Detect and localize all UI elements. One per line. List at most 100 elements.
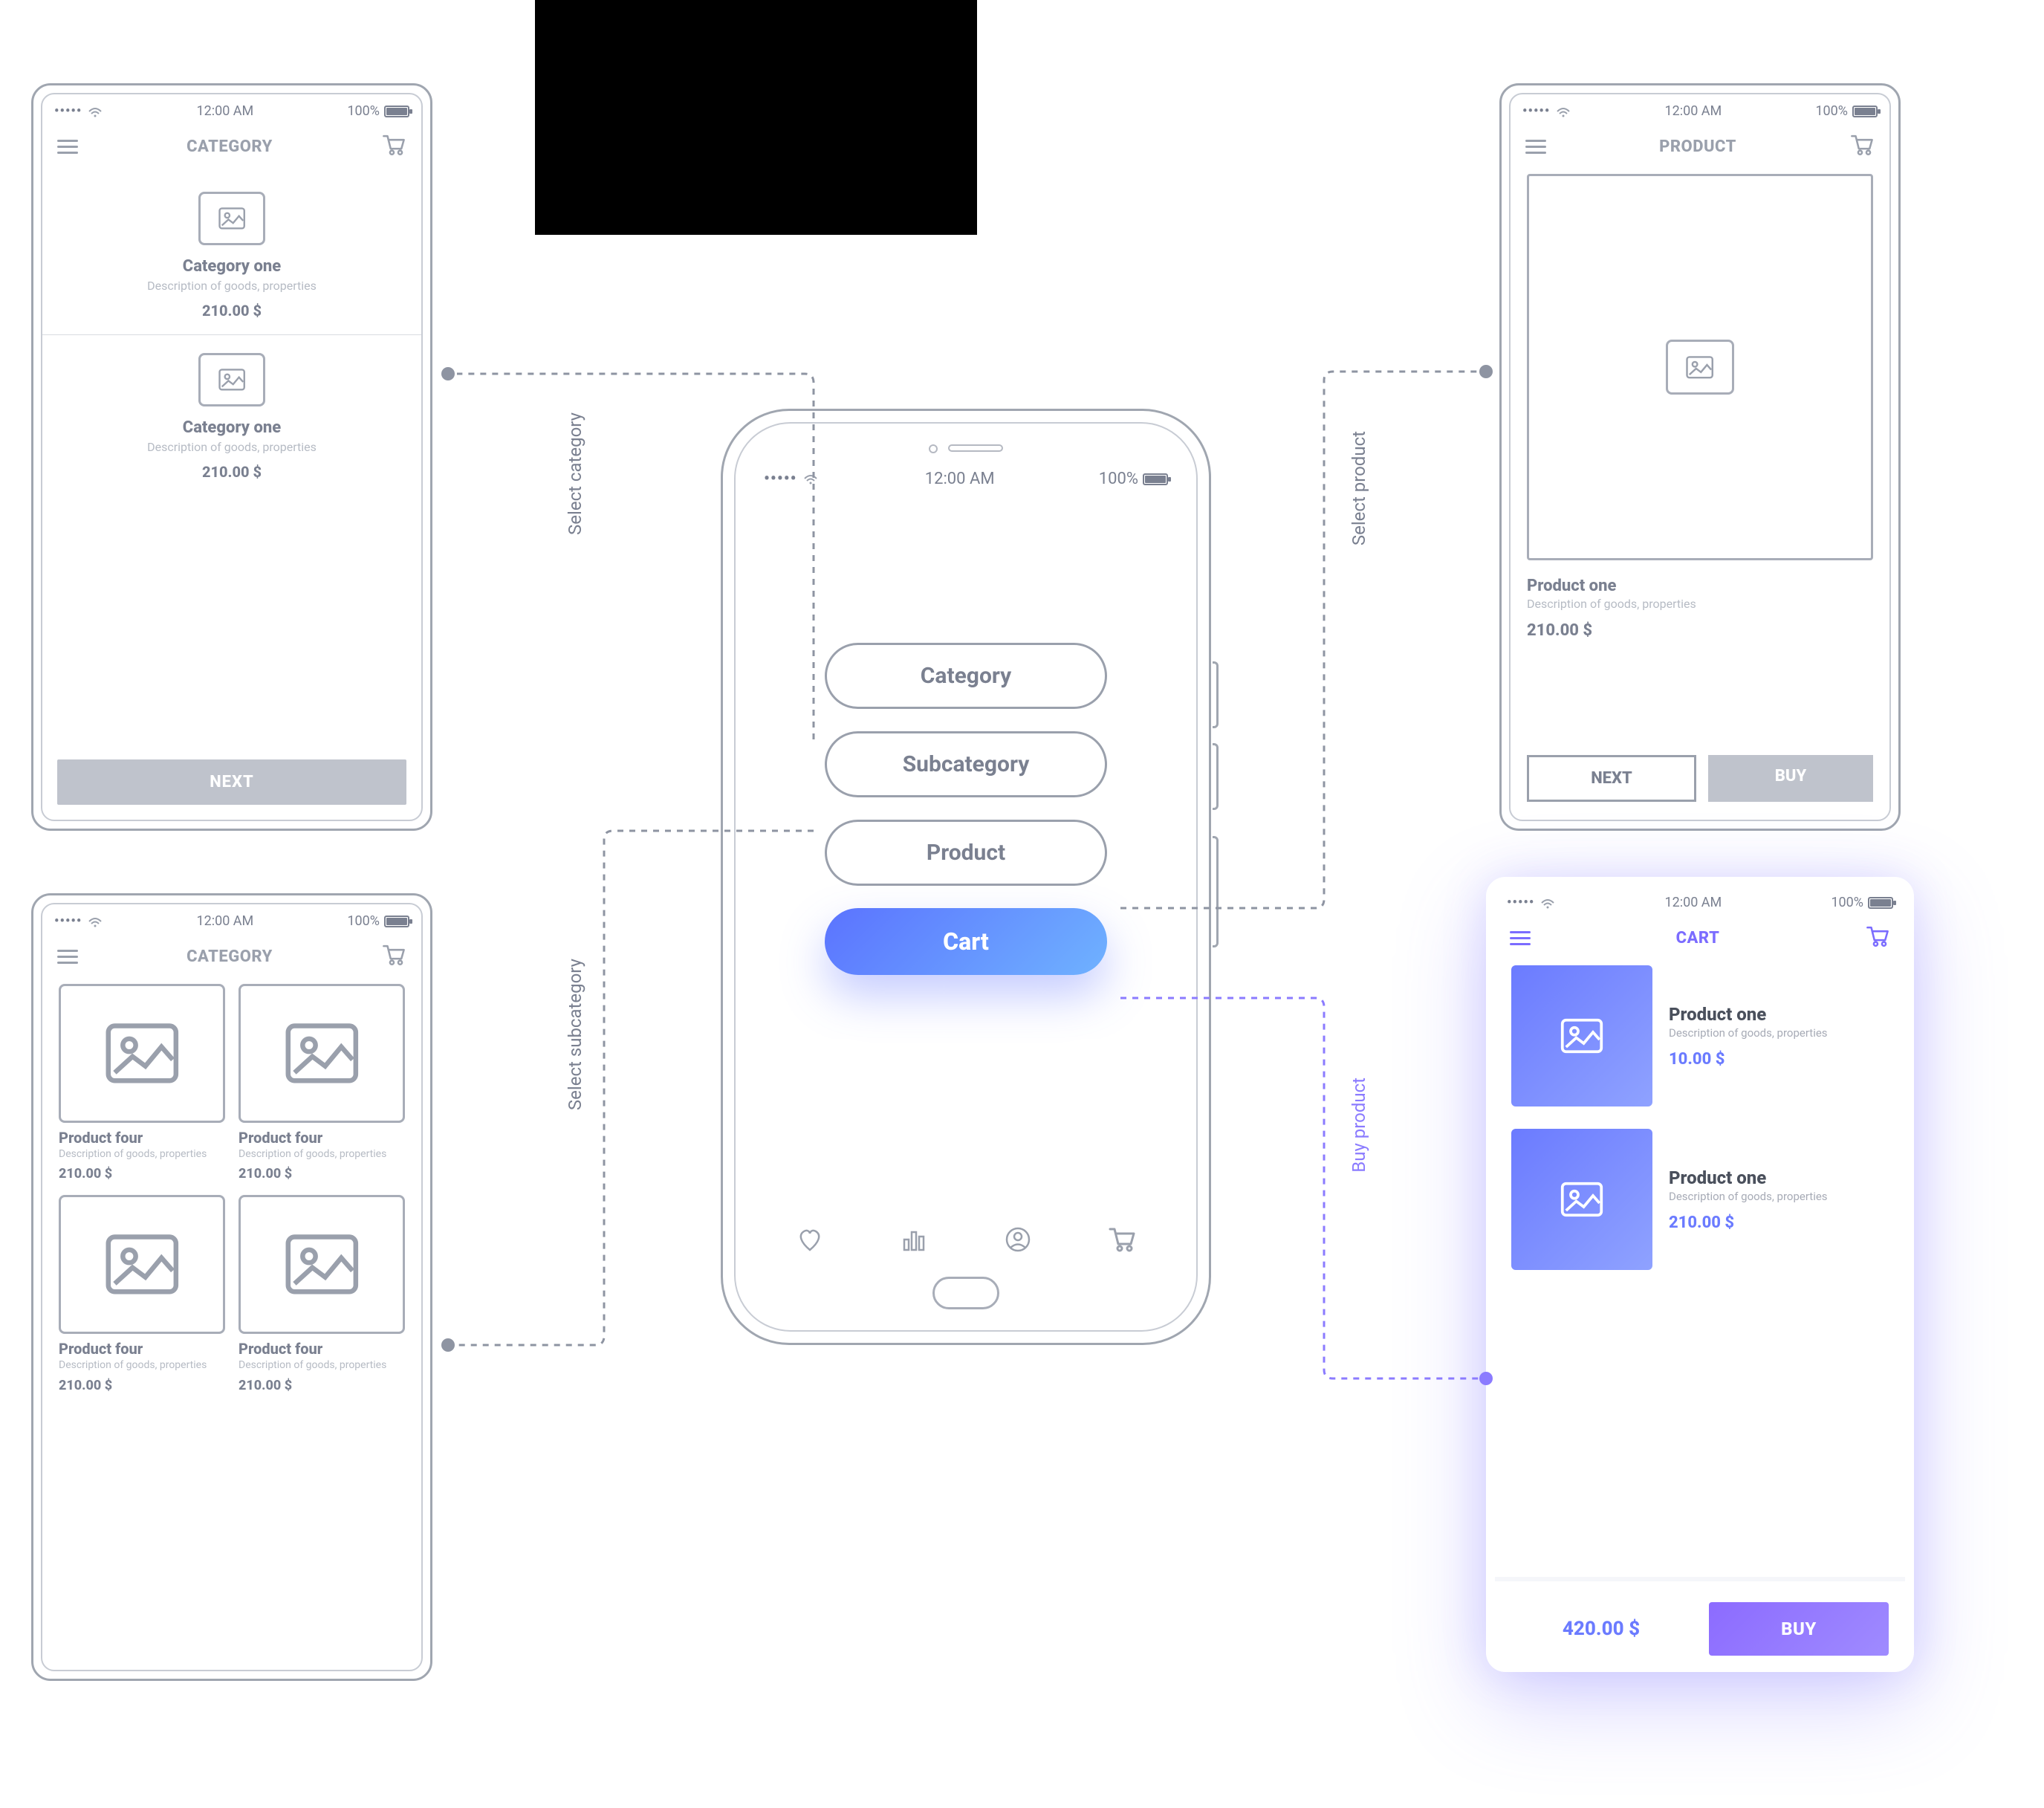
connector-category <box>442 368 821 747</box>
flow-label-text: Buy product <box>1349 1078 1369 1173</box>
cart-icon[interactable] <box>381 942 406 971</box>
product-price: 210.00 $ <box>239 1378 405 1393</box>
image-placeholder-icon <box>59 1195 225 1334</box>
status-time: 12:00 AM <box>1665 895 1722 910</box>
product-card[interactable]: Product four Description of goods, prope… <box>239 984 405 1182</box>
status-bar: ••••• 12:00 AM 100% <box>42 904 421 935</box>
product-name: Product one <box>1527 577 1873 595</box>
battery-icon <box>1852 106 1878 117</box>
product-desc: Description of goods, properties <box>59 1359 225 1372</box>
status-bar: ••••• 12:00 AM 100% <box>1495 886 1905 916</box>
screen-category: ••••• 12:00 AM 100% CATEGORY Category on… <box>31 83 432 831</box>
cart-icon[interactable] <box>1849 132 1875 161</box>
cart-item[interactable]: Product one Description of goods, proper… <box>1495 1129 1905 1292</box>
product-price: 210.00 $ <box>59 1166 225 1182</box>
category-price: 210.00 $ <box>42 302 421 320</box>
buy-button[interactable]: BUY <box>1708 755 1873 802</box>
image-placeholder-icon <box>1666 340 1734 395</box>
image-placeholder-icon <box>1511 1129 1652 1270</box>
category-name: Category one <box>42 257 421 276</box>
cart-item-desc: Description of goods, properties <box>1669 1190 1889 1203</box>
next-button[interactable]: NEXT <box>57 759 406 805</box>
signal-icon: ••••• <box>1522 103 1550 119</box>
product-price: 210.00 $ <box>1527 621 1873 640</box>
nav-cart-pill[interactable]: Cart <box>825 908 1107 975</box>
flow-label-text: Select subcategory <box>565 959 585 1110</box>
product-price: 210.00 $ <box>239 1166 405 1182</box>
screen-cart: ••••• 12:00 AM 100% CART Product one Des… <box>1486 877 1914 1672</box>
wifi-icon <box>88 106 103 117</box>
menu-icon[interactable] <box>1525 140 1546 154</box>
battery-icon <box>384 916 409 927</box>
profile-icon[interactable] <box>1003 1225 1033 1257</box>
status-bar: ••••• 12:00 AM 100% <box>1511 94 1889 125</box>
nav-product-pill[interactable]: Product <box>825 820 1107 886</box>
product-name: Product four <box>239 1129 405 1147</box>
category-name: Category one <box>42 418 421 437</box>
status-battery-pct: 100% <box>347 913 380 929</box>
flow-label-text: Select product <box>1349 431 1369 545</box>
status-time: 12:00 AM <box>1665 103 1722 119</box>
screen-title: CART <box>1676 929 1720 947</box>
cart-icon[interactable] <box>1865 924 1890 952</box>
flow-label: Select subcategory <box>565 959 585 1110</box>
category-item[interactable]: Category one Description of goods, prope… <box>42 174 421 334</box>
product-name: Product four <box>59 1129 225 1147</box>
buy-button[interactable]: BUY <box>1709 1602 1889 1656</box>
flow-label: Buy product <box>1349 1078 1369 1173</box>
nav-category-pill[interactable]: Category <box>825 643 1107 709</box>
image-placeholder-icon <box>1511 965 1652 1106</box>
status-battery-pct: 100% <box>1815 103 1848 119</box>
status-battery-pct: 100% <box>347 103 380 119</box>
cart-icon[interactable] <box>381 132 406 161</box>
product-card[interactable]: Product four Description of goods, prope… <box>59 1195 225 1393</box>
wifi-icon <box>1540 897 1555 909</box>
product-card[interactable]: Product four Description of goods, prope… <box>59 984 225 1182</box>
connector-product <box>1115 366 1493 916</box>
cart-item-desc: Description of goods, properties <box>1669 1026 1889 1040</box>
product-card[interactable]: Product four Description of goods, prope… <box>239 1195 405 1393</box>
stats-icon[interactable] <box>899 1225 929 1257</box>
cart-total: 420.00 $ <box>1511 1618 1691 1640</box>
flow-label-text: Select category <box>565 412 585 535</box>
product-desc: Description of goods, properties <box>239 1359 405 1372</box>
camera-icon <box>929 444 938 453</box>
product-name: Product four <box>59 1340 225 1358</box>
category-item[interactable]: Category one Description of goods, prope… <box>42 335 421 496</box>
status-time: 12:00 AM <box>197 913 254 929</box>
image-placeholder-icon <box>239 984 405 1123</box>
speaker-icon <box>948 444 1003 452</box>
home-button[interactable] <box>932 1277 999 1309</box>
status-time: 12:00 AM <box>925 470 995 488</box>
signal-icon: ••••• <box>1507 895 1534 910</box>
category-price: 210.00 $ <box>42 463 421 481</box>
flow-label: Select category <box>565 412 585 535</box>
next-button[interactable]: NEXT <box>1527 755 1696 802</box>
image-placeholder-icon <box>198 353 265 406</box>
wifi-icon <box>1556 106 1571 117</box>
screen-title: CATEGORY <box>186 137 273 156</box>
menu-icon[interactable] <box>1510 931 1531 945</box>
image-placeholder-icon <box>239 1195 405 1334</box>
product-price: 210.00 $ <box>59 1378 225 1393</box>
status-time: 12:00 AM <box>197 103 254 119</box>
status-bar: ••••• 12:00 AM 100% <box>42 94 421 125</box>
flow-label: Select product <box>1349 431 1369 545</box>
status-battery-pct: 100% <box>1831 895 1863 910</box>
screen-title: PRODUCT <box>1659 137 1736 156</box>
wifi-icon <box>88 916 103 927</box>
cart-item-name: Product one <box>1669 1004 1889 1025</box>
nav-subcategory-pill[interactable]: Subcategory <box>825 731 1107 797</box>
signal-icon: ••••• <box>54 913 82 929</box>
cart-item-name: Product one <box>1669 1167 1889 1188</box>
product-desc: Description of goods, properties <box>239 1148 405 1161</box>
category-desc: Description of goods, properties <box>42 440 421 454</box>
cart-item-price: 210.00 $ <box>1669 1214 1889 1232</box>
menu-icon[interactable] <box>57 950 78 964</box>
menu-icon[interactable] <box>57 140 78 154</box>
image-placeholder-icon <box>198 192 265 245</box>
product-desc: Description of goods, properties <box>1527 597 1873 611</box>
product-image <box>1527 174 1873 560</box>
screen-title: CATEGORY <box>186 947 273 966</box>
cart-item[interactable]: Product one Description of goods, proper… <box>1495 965 1905 1129</box>
